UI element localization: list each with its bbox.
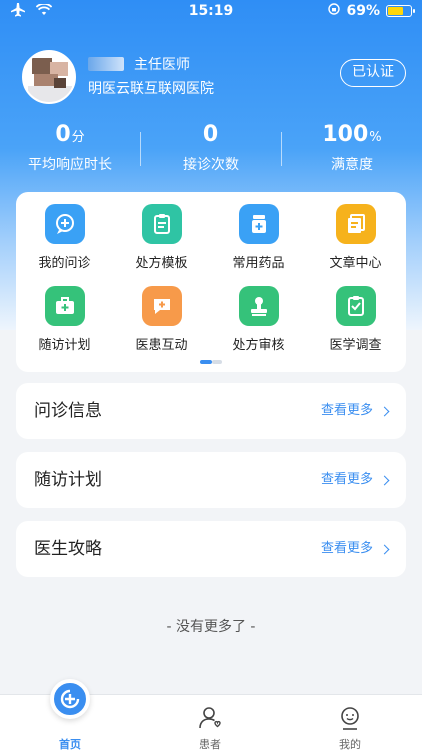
grid-item-label: 医学调查 (329, 338, 382, 353)
grid-item-prescription-review[interactable]: 处方审核 (210, 286, 307, 353)
review-stamp-icon (238, 286, 279, 326)
stats-row: 0分 平均响应时长 0 接诊次数 100% 满意度 (0, 120, 422, 180)
grid-item-label: 医患互动 (135, 338, 188, 353)
verified-button[interactable]: 已认证 (340, 59, 406, 87)
tab-patients[interactable]: 患者 (160, 695, 260, 750)
grid-item-label: 处方审核 (232, 338, 285, 353)
grid-item-doctor-patient-interaction[interactable]: 医患互动 (113, 286, 210, 353)
tab-mine[interactable]: 我的 (300, 695, 400, 750)
view-more-link[interactable]: 查看更多 (320, 521, 390, 577)
stat-label: 满意度 (331, 157, 373, 173)
tab-label: 我的 (339, 738, 361, 750)
section-title: 随访计划 (34, 470, 102, 490)
section-title: 问诊信息 (34, 401, 102, 421)
chevron-right-icon (379, 475, 390, 485)
grid-item-medical-survey[interactable]: 医学调查 (307, 286, 404, 353)
battery-icon (386, 5, 415, 17)
grid-item-label: 我的问诊 (38, 256, 91, 271)
grid-item-followup-plan[interactable]: 随访计划 (16, 286, 113, 353)
rotation-lock-icon (328, 3, 341, 19)
view-more-link[interactable]: 查看更多 (320, 383, 390, 439)
interaction-icon (141, 286, 182, 326)
page-dot-active (200, 360, 212, 364)
patient-icon (199, 707, 221, 729)
doctor-title: 主任医师 (134, 57, 190, 73)
chevron-right-icon (379, 406, 390, 416)
grid-item-label: 常用药品 (232, 256, 285, 271)
section-doctor-guide: 医生攻略 查看更多 (16, 521, 406, 577)
tab-label: 患者 (199, 738, 221, 750)
section-title: 医生攻略 (34, 539, 102, 559)
grid-item-label: 随访计划 (38, 338, 91, 353)
view-more-label: 查看更多 (320, 541, 373, 556)
stat-satisfaction[interactable]: 100% 满意度 (282, 120, 422, 174)
doctor-profile: 主任医师 明医云联互联网医院 已认证 (22, 50, 412, 110)
tab-home[interactable]: 首页 (20, 679, 120, 750)
section-followup-plan: 随访计划 查看更多 (16, 452, 406, 508)
section-consultation-info: 问诊信息 查看更多 (16, 383, 406, 439)
grid-item-my-consultations[interactable]: 我的问诊 (16, 204, 113, 271)
function-grid: 我的问诊 处方模板 常用药品 文章中心 随访计划 医患互动 处方审核 医学调查 (16, 192, 406, 372)
grid-item-prescription-template[interactable]: 处方模板 (113, 204, 210, 271)
stat-response-time[interactable]: 0分 平均响应时长 (0, 120, 140, 174)
followup-kit-icon (44, 286, 85, 326)
stat-label: 平均响应时长 (28, 157, 112, 173)
medicine-icon (238, 204, 279, 244)
view-more-label: 查看更多 (320, 403, 373, 418)
stat-unit: 分 (71, 130, 85, 145)
stat-value: 100 (322, 122, 369, 147)
grid-item-article-center[interactable]: 文章中心 (307, 204, 404, 271)
consultation-icon (44, 204, 85, 244)
status-bar: 15:19 69% (0, 0, 422, 24)
tab-label: 首页 (59, 738, 81, 750)
doctor-name-redacted (88, 57, 124, 71)
grid-item-label: 文章中心 (329, 256, 382, 271)
stat-value: 0 (202, 122, 219, 147)
hospital-name: 明医云联互联网医院 (88, 81, 214, 97)
grid-item-label: 处方模板 (135, 256, 188, 271)
profile-icon (341, 707, 359, 730)
battery-level (388, 7, 404, 15)
page-dot[interactable] (212, 360, 222, 364)
page-indicator (200, 360, 222, 364)
view-more-link[interactable]: 查看更多 (320, 452, 390, 508)
stat-unit: % (369, 130, 382, 145)
article-icon (335, 204, 376, 244)
stat-consultations[interactable]: 0 接诊次数 (141, 120, 281, 174)
avatar[interactable] (22, 50, 76, 104)
grid-item-common-medicines[interactable]: 常用药品 (210, 204, 307, 271)
battery-percent: 69% (346, 3, 380, 19)
stat-value: 0 (55, 122, 71, 147)
end-of-list-text: - 没有更多了 - (166, 619, 256, 635)
home-icon (50, 679, 90, 719)
view-more-label: 查看更多 (320, 472, 373, 487)
chevron-right-icon (379, 544, 390, 554)
stat-label: 接诊次数 (183, 157, 239, 173)
tab-bar: 首页 患者 我的 (0, 679, 422, 750)
prescription-template-icon (141, 204, 182, 244)
survey-icon (335, 286, 376, 326)
